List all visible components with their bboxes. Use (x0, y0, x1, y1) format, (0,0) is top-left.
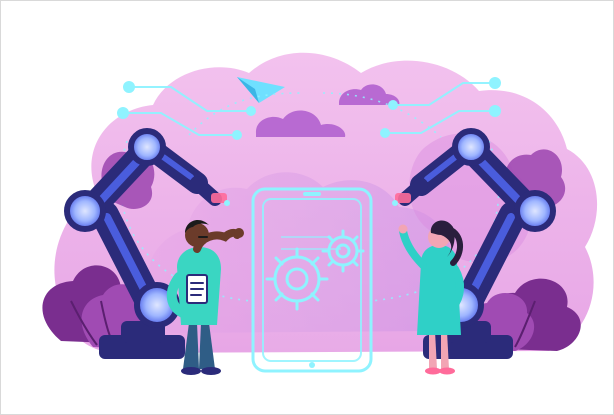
illustration-canvas (42, 52, 598, 375)
illustration-frame (0, 0, 614, 415)
